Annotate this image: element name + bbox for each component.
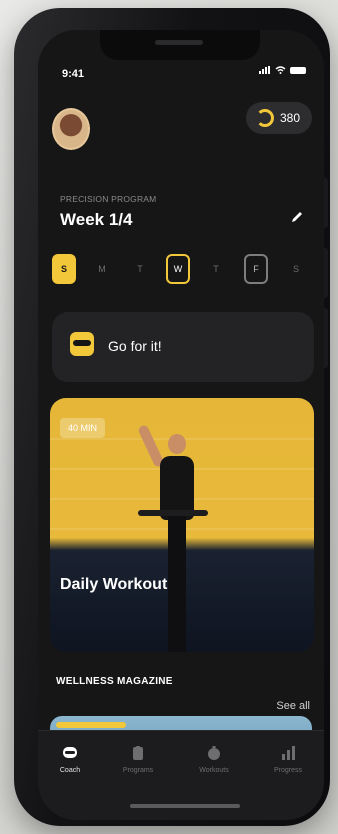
day-selector: S M T W T F S xyxy=(48,254,318,288)
wifi-icon xyxy=(275,66,286,74)
coin-ring-icon xyxy=(255,109,274,127)
avatar[interactable] xyxy=(52,108,90,150)
status-icons xyxy=(259,66,306,74)
tab-coach[interactable]: Coach xyxy=(40,745,100,774)
signal-icon xyxy=(259,66,270,74)
tab-progress[interactable]: Progress xyxy=(258,745,318,774)
speaker xyxy=(155,40,203,45)
day-monday[interactable]: M xyxy=(90,254,114,284)
coach-icon xyxy=(63,747,77,758)
program-label: PRECISION PROGRAM xyxy=(60,194,157,204)
app-screen: 9:41 380 PRECISION PROGRAM Week 1/4 S M … xyxy=(38,30,324,820)
sunglasses xyxy=(73,340,91,346)
workout-title: Daily Workout xyxy=(60,576,168,593)
tab-label: Workouts xyxy=(199,767,229,774)
athlete-head xyxy=(168,434,186,454)
notch xyxy=(100,30,260,60)
tab-programs[interactable]: Programs xyxy=(108,745,168,774)
see-all-link[interactable]: See all xyxy=(276,700,310,712)
daily-workout-card[interactable]: 40 MIN Daily Workout xyxy=(50,398,314,652)
magazine-accent xyxy=(56,722,126,728)
duration-badge: 40 MIN xyxy=(60,418,106,438)
week-title: Week 1/4 xyxy=(60,210,133,229)
battery-icon xyxy=(290,66,306,74)
home-indicator[interactable] xyxy=(130,804,240,808)
day-saturday[interactable]: S xyxy=(284,254,308,284)
status-time: 9:41 xyxy=(62,68,85,80)
mascot-icon xyxy=(70,332,94,356)
tab-label: Coach xyxy=(59,767,81,774)
tab-label: Programs xyxy=(122,767,154,774)
pencil-icon[interactable] xyxy=(290,210,304,224)
day-friday[interactable]: F xyxy=(244,254,268,284)
day-sunday[interactable]: S xyxy=(52,254,76,284)
coins-badge[interactable]: 380 xyxy=(245,102,312,134)
phone-frame: 9:41 380 PRECISION PROGRAM Week 1/4 S M … xyxy=(14,8,330,826)
bar-chart-icon xyxy=(282,746,295,760)
magazine-header: WELLNESS MAGAZINE xyxy=(56,676,173,687)
coins-count: 380 xyxy=(279,111,300,125)
motivation-text: Go for it! xyxy=(108,338,162,354)
tab-label: Progress xyxy=(273,767,302,774)
day-wednesday[interactable]: W xyxy=(166,254,190,284)
day-tuesday[interactable]: T xyxy=(128,254,152,284)
stopwatch-icon xyxy=(208,746,220,760)
clipboard-icon xyxy=(133,746,143,760)
tab-workouts[interactable]: Workouts xyxy=(184,745,244,774)
day-thursday[interactable]: T xyxy=(204,254,228,284)
motivation-card[interactable]: Go for it! xyxy=(52,312,314,382)
bike-post xyxy=(168,516,186,652)
